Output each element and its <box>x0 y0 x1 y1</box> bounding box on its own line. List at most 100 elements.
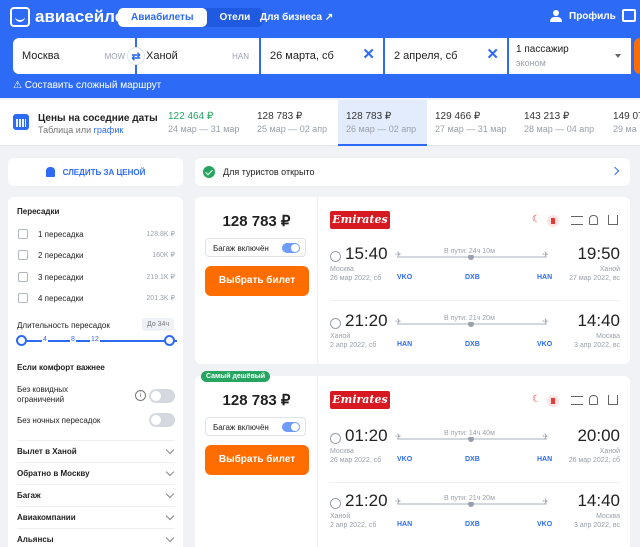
date-cells: 122 464 ₽ 24 мар — 31 мар 128 783 ₽ 25 м… <box>160 100 640 146</box>
passengers-field[interactable]: 1 пассажир эконом <box>509 38 631 74</box>
departure-city: Ханой <box>330 333 351 340</box>
depart-date-field[interactable]: 26 марта, сб ✕ <box>261 38 383 74</box>
profile-button[interactable]: Профиль <box>550 10 616 22</box>
comfort-option[interactable]: Без ковидных ограничений i <box>17 385 175 407</box>
baggage-toggle[interactable] <box>282 243 300 253</box>
baggage-option[interactable]: Багаж включён <box>205 238 306 257</box>
clock-icon <box>330 433 341 444</box>
tab-flights[interactable]: Авиабилеты <box>118 8 207 27</box>
clear-return-icon[interactable]: ✕ <box>486 47 499 62</box>
accordion-airlines[interactable]: Авиакомпании <box>17 506 175 526</box>
arrival-date: 26 мар 2022, сб <box>568 457 620 464</box>
date-cell[interactable]: 149 07 29 ма <box>605 100 640 146</box>
airport-code: VKO <box>537 521 553 528</box>
chevron-down-icon <box>165 511 175 521</box>
checkbox[interactable] <box>18 250 28 260</box>
date-range: 27 мар — 31 мар <box>435 124 507 134</box>
swap-icon[interactable]: ⇄ <box>127 47 145 65</box>
check-icon <box>203 166 215 178</box>
date-cell[interactable]: 129 466 ₽ 27 мар — 31 мар <box>427 100 516 146</box>
checkbox[interactable] <box>18 272 28 282</box>
accordion-alliances[interactable]: Альянсы <box>17 528 175 547</box>
airport-code: VKO <box>397 274 413 281</box>
nearby-dates-prefix: Таблица или <box>38 125 92 135</box>
airport-code: HAN <box>537 274 553 281</box>
segment-divider <box>330 482 620 483</box>
airport-code: HAN <box>397 341 413 348</box>
landing-icon: ✈ <box>542 250 549 259</box>
subscribe-label: СЛЕДИТЬ ЗА ЦЕНОЙ <box>62 167 146 177</box>
departure-date: 2 апр 2022, сб <box>330 342 377 349</box>
subscribe-price-button[interactable]: СЛЕДИТЬ ЗА ЦЕНОЙ <box>8 158 183 186</box>
date-range: 24 мар — 31 мар <box>168 124 240 134</box>
business-link[interactable]: Для бизнеса ↗ <box>260 12 333 23</box>
flight-path: ✈ ✈ <box>395 432 549 442</box>
calendar-icon[interactable] <box>13 114 29 130</box>
baggage-toggle[interactable] <box>282 422 300 432</box>
price-alert-icon[interactable] <box>589 395 598 405</box>
transfer-option[interactable]: 2 пересадки 160K ₽ <box>17 249 175 263</box>
transfer-option[interactable]: 4 пересадки 201.3K ₽ <box>17 292 175 306</box>
night-transfer-toggle[interactable] <box>149 413 175 427</box>
buy-ticket-button[interactable]: Выбрать билет <box>205 445 309 475</box>
logo[interactable]: авиасейлс <box>10 7 124 27</box>
price-chart-icon[interactable] <box>622 9 636 22</box>
baggage-option[interactable]: Багаж включён <box>205 417 306 436</box>
arrival-time: 14:40 <box>577 491 620 510</box>
search-button[interactable] <box>634 38 640 74</box>
flight-segment: 01:20 Москва 26 мар 2022, сб ✈ ✈ В пути:… <box>330 426 620 476</box>
ticket-card: 128 783 ₽ Багаж включён Выбрать билет Em… <box>195 197 630 364</box>
takeoff-icon: ✈ <box>395 497 402 506</box>
transfers-title: Пересадки <box>17 207 60 216</box>
accordion-baggage[interactable]: Багаж <box>17 484 175 504</box>
arrival-date: 3 апр 2022, вс <box>574 522 620 529</box>
departure-date: 26 мар 2022, сб <box>330 275 382 282</box>
destination-field[interactable]: Ханой HAN <box>137 38 259 74</box>
comfort-label: Без ковидных ограничений <box>17 385 69 404</box>
night-flight-icon: ☾ <box>532 394 541 405</box>
share-icon[interactable] <box>608 215 618 225</box>
transfer-option[interactable]: 1 пересадка 128.8K ₽ <box>17 228 175 242</box>
chart-link[interactable]: график <box>94 125 124 135</box>
slider-handle-min[interactable] <box>16 335 27 346</box>
return-date-field[interactable]: 2 апреля, сб ✕ <box>385 38 507 74</box>
landing-icon: ✈ <box>542 432 549 441</box>
complex-route-link[interactable]: ⚠ Составить сложный маршрут <box>13 80 161 91</box>
price-alert-icon[interactable] <box>589 215 598 225</box>
clock-icon <box>330 251 341 262</box>
covid-toggle[interactable] <box>149 389 175 403</box>
origin-field[interactable]: Москва MOW <box>13 38 135 74</box>
buy-ticket-button[interactable]: Выбрать билет <box>205 266 309 296</box>
takeoff-icon: ✈ <box>395 432 402 441</box>
tab-hotels[interactable]: Отели <box>207 8 264 27</box>
filters-panel: Пересадки 1 пересадка 128.8K ₽ 2 пересад… <box>8 197 183 547</box>
accordion-label: Вылет в Ханой <box>17 447 77 456</box>
transfer-option[interactable]: 3 пересадки 219.1K ₽ <box>17 271 175 285</box>
departure-time: 21:20 <box>345 491 388 510</box>
airport-code: HAN <box>537 456 553 463</box>
accordion-return[interactable]: Обратно в Москву <box>17 462 175 482</box>
clock-icon <box>330 318 341 329</box>
clear-depart-icon[interactable]: ✕ <box>362 47 375 62</box>
logo-text: авиасейлс <box>35 7 125 26</box>
chevron-down-icon <box>165 445 175 455</box>
checkbox[interactable] <box>18 293 28 303</box>
info-icon[interactable]: i <box>135 390 146 401</box>
bell-icon <box>45 167 55 177</box>
slider-handle-max[interactable] <box>164 335 175 346</box>
flight-path: ✈ ✈ <box>395 497 549 507</box>
date-price: 143 213 ₽ <box>524 111 570 122</box>
sort-icon[interactable] <box>571 396 583 405</box>
sort-icon[interactable] <box>571 216 583 225</box>
date-price: 129 466 ₽ <box>435 111 481 122</box>
date-cell-selected[interactable]: 128 783 ₽ 26 мар — 02 апр <box>338 100 427 146</box>
comfort-option[interactable]: Без ночных пересадок <box>17 413 175 430</box>
covid-info-icon <box>547 215 559 227</box>
date-cell[interactable]: 143 213 ₽ 28 мар — 04 апр <box>516 100 605 146</box>
checkbox[interactable] <box>18 229 28 239</box>
date-cell[interactable]: 122 464 ₽ 24 мар — 31 мар <box>160 100 249 146</box>
date-cell[interactable]: 128 783 ₽ 25 мар — 02 апр <box>249 100 338 146</box>
accordion-depart[interactable]: Вылет в Ханой <box>17 440 175 460</box>
share-icon[interactable] <box>608 395 618 405</box>
open-for-tourists-banner[interactable]: Для туристов открыто <box>195 158 630 186</box>
